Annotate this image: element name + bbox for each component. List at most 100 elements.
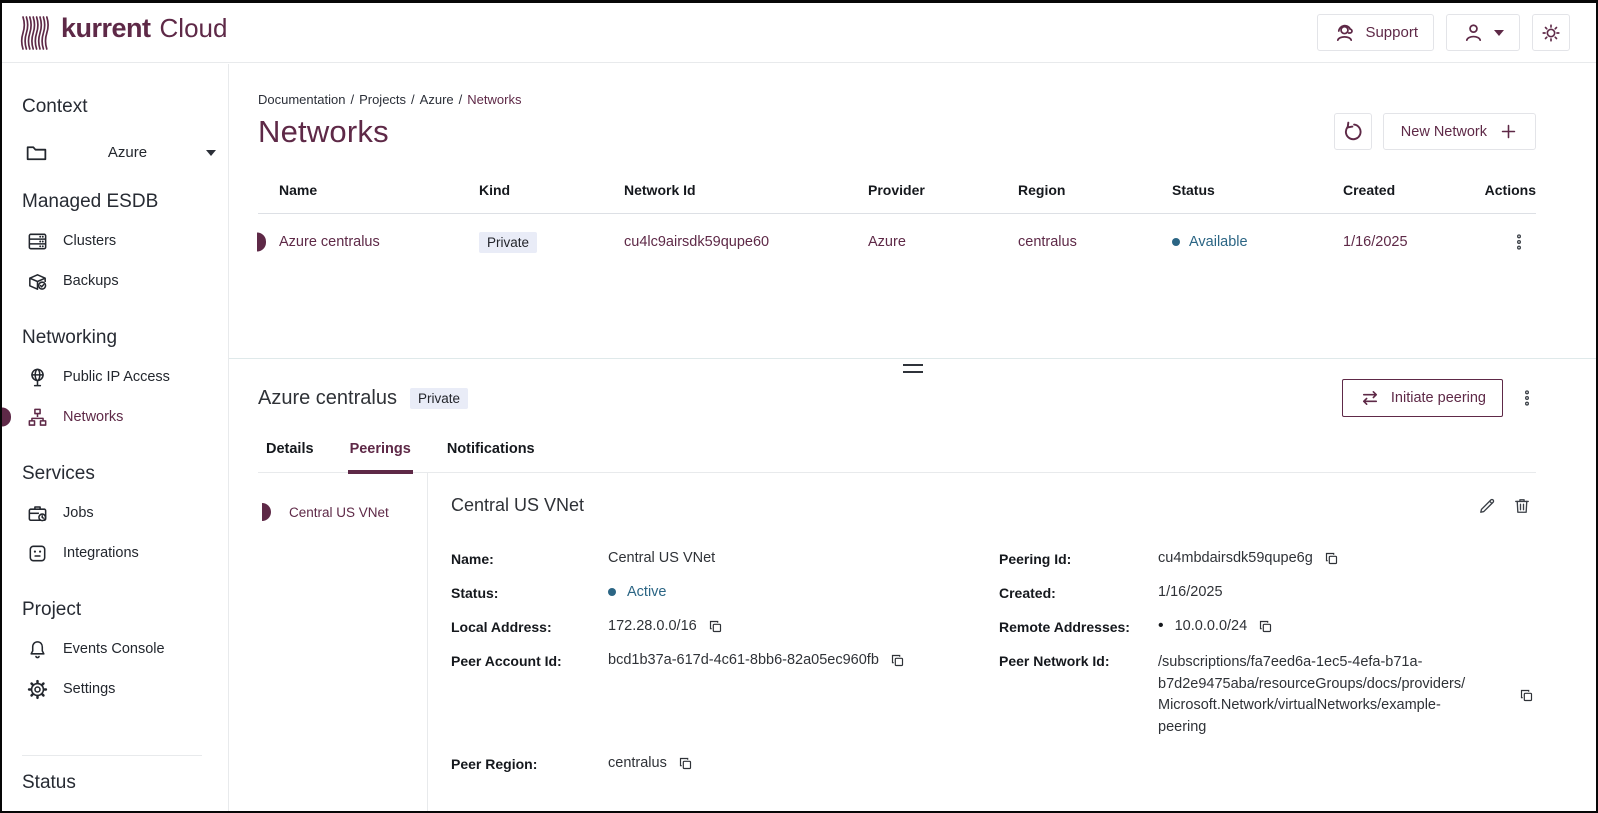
- sidebar-item-public-ip-access[interactable]: Public IP Access: [2, 357, 228, 397]
- copy-icon: [890, 653, 905, 668]
- field-value-peer-network-id: /subscriptions/fa7eed6a-1ec5-4efa-b71a-b…: [1158, 652, 1473, 738]
- panel-resize-handle[interactable]: [903, 364, 923, 373]
- backups-icon: [26, 270, 49, 293]
- tab-details[interactable]: Details: [264, 441, 316, 474]
- sidebar-item-clusters[interactable]: Clusters: [2, 221, 228, 261]
- peering-item-label: Central US VNet: [289, 505, 389, 520]
- peering-fields: Name: Central US VNet Peering Id: cu4mbd…: [451, 550, 1536, 772]
- new-network-label: New Network: [1401, 124, 1487, 140]
- tab-peerings[interactable]: Peerings: [348, 441, 413, 474]
- copy-local-address-button[interactable]: [708, 619, 723, 634]
- field-label-created: Created:: [999, 584, 1158, 601]
- networks-table-header: Name Kind Network Id Provider Region Sta…: [258, 174, 1536, 214]
- column-header-network-id: Network Id: [624, 174, 868, 213]
- active-indicator: [2, 408, 11, 427]
- sidebar-item-settings[interactable]: Settings: [2, 669, 228, 709]
- section-heading-status: Status: [22, 772, 228, 794]
- sidebar-item-jobs[interactable]: Jobs: [2, 493, 228, 533]
- sidebar: Context Azure Managed ESDB: [2, 64, 229, 811]
- field-label-local-address: Local Address:: [451, 618, 608, 635]
- new-network-button[interactable]: New Network: [1383, 113, 1536, 150]
- peering-detail-panel: Central US VNet: [428, 473, 1536, 813]
- copy-icon: [1519, 688, 1534, 703]
- sidebar-item-label: Settings: [63, 681, 115, 697]
- sidebar-item-networks[interactable]: Networks: [2, 397, 228, 437]
- initiate-peering-button[interactable]: Initiate peering: [1342, 379, 1503, 417]
- sidebar-item-events-console[interactable]: Events Console: [2, 629, 228, 669]
- support-button[interactable]: Support: [1317, 14, 1434, 51]
- trash-icon: [1512, 496, 1532, 516]
- sidebar-item-label: Integrations: [63, 545, 139, 561]
- field-value-peer-region: centralus: [608, 755, 667, 771]
- main-content: Documentation/Projects/Azure/Networks Ne…: [229, 64, 1596, 811]
- column-header-name: Name: [258, 174, 479, 213]
- field-value-created: 1/16/2025: [1158, 584, 1536, 600]
- context-selector[interactable]: Azure: [24, 140, 216, 165]
- breadcrumb-documentation[interactable]: Documentation: [258, 92, 345, 107]
- field-label-status: Status:: [451, 584, 608, 601]
- column-header-region: Region: [1018, 174, 1172, 213]
- kind-badge: Private: [479, 232, 537, 253]
- outlet-icon: [26, 542, 49, 565]
- pencil-icon: [1477, 496, 1497, 516]
- panel-splitter: [229, 358, 1596, 359]
- list-bullet: •: [1158, 619, 1164, 633]
- cell-name[interactable]: Azure centralus: [258, 234, 479, 250]
- network-table-row[interactable]: Azure centralus Private cu4lc9airsdk59qu…: [258, 214, 1536, 270]
- peerings-list: Central US VNet: [258, 473, 428, 813]
- field-value-name: Central US VNet: [608, 550, 999, 566]
- cell-region: centralus: [1018, 234, 1172, 250]
- copy-peer-network-id-button[interactable]: [1519, 688, 1534, 703]
- copy-icon: [1258, 619, 1273, 634]
- peering-list-item[interactable]: Central US VNet: [258, 497, 427, 527]
- breadcrumb-projects[interactable]: Projects: [359, 92, 406, 107]
- status-badge: Available: [1189, 234, 1248, 250]
- delete-peering-button[interactable]: [1512, 496, 1532, 516]
- user-menu-button[interactable]: [1446, 14, 1520, 51]
- column-header-created: Created: [1343, 174, 1483, 213]
- column-header-status: Status: [1172, 174, 1343, 213]
- copy-peer-region-button[interactable]: [678, 756, 693, 771]
- field-label-peer-network-id: Peer Network Id:: [999, 652, 1158, 669]
- field-label-peering-id: Peering Id:: [999, 550, 1158, 567]
- status-dot: [1172, 238, 1180, 246]
- sidebar-item-label: Events Console: [63, 641, 165, 657]
- breadcrumb: Documentation/Projects/Azure/Networks: [258, 92, 1536, 107]
- breadcrumb-separator: /: [459, 92, 463, 107]
- detail-actions-kebab-icon[interactable]: [1518, 388, 1536, 408]
- refresh-button[interactable]: [1334, 113, 1372, 150]
- tab-notifications[interactable]: Notifications: [445, 441, 537, 474]
- field-value-remote-address: 10.0.0.0/24: [1175, 618, 1248, 634]
- row-actions-kebab-icon[interactable]: [1510, 232, 1528, 252]
- globe-icon: [26, 366, 49, 389]
- swap-arrows-icon: [1359, 388, 1381, 408]
- kurrent-cloud-logo[interactable]: kurrent Cloud: [20, 13, 227, 53]
- breadcrumb-current: Networks: [467, 92, 521, 107]
- column-header-kind: Kind: [479, 174, 624, 213]
- field-label-name: Name:: [451, 550, 608, 567]
- support-headset-icon: [1333, 21, 1356, 44]
- field-value-peering-id: cu4mbdairsdk59qupe6g: [1158, 550, 1313, 566]
- breadcrumb-azure[interactable]: Azure: [420, 92, 454, 107]
- sidebar-item-backups[interactable]: Backups: [2, 261, 228, 301]
- status-dot: [608, 588, 616, 596]
- active-indicator: [262, 503, 271, 521]
- column-header-provider: Provider: [868, 174, 1018, 213]
- copy-remote-address-button[interactable]: [1258, 619, 1273, 634]
- sidebar-item-integrations[interactable]: Integrations: [2, 533, 228, 573]
- copy-peer-account-id-button[interactable]: [890, 653, 905, 668]
- sidebar-item-label: Public IP Access: [63, 369, 170, 385]
- chevron-down-icon: [206, 150, 216, 156]
- peering-title: Central US VNet: [451, 495, 584, 516]
- network-kind-badge: Private: [410, 388, 468, 409]
- cell-network-id: cu4lc9airsdk59qupe60: [624, 234, 868, 250]
- network-detail-section: Azure centralus Private Initiate peering: [229, 359, 1596, 813]
- networks-icon: [26, 406, 49, 429]
- edit-peering-button[interactable]: [1477, 496, 1497, 516]
- breadcrumb-separator: /: [411, 92, 415, 107]
- sidebar-item-label: Networks: [63, 409, 123, 425]
- sidebar-divider: [22, 755, 202, 756]
- theme-toggle-button[interactable]: [1532, 14, 1570, 51]
- copy-peering-id-button[interactable]: [1324, 551, 1339, 566]
- support-label: Support: [1365, 24, 1418, 41]
